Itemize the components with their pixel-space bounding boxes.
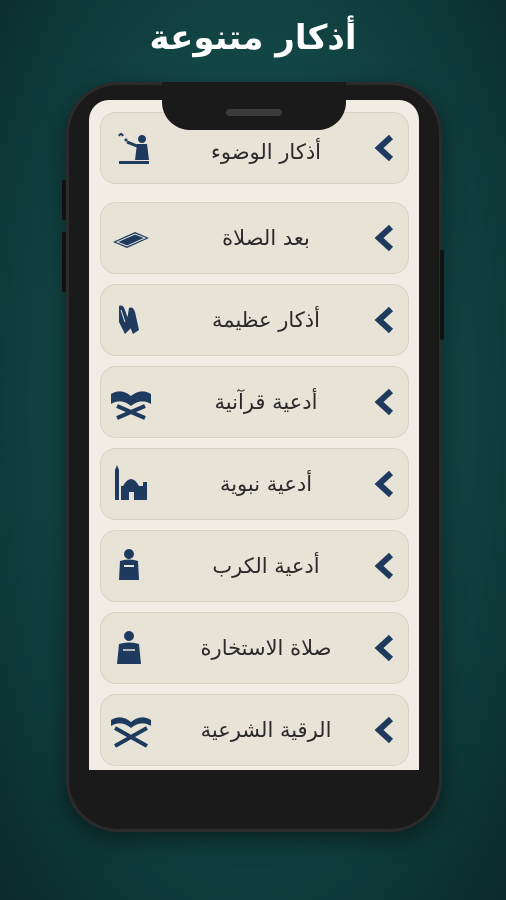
prayer-mat-icon <box>113 232 149 248</box>
mosque-icon <box>115 465 147 500</box>
menu-item-after-prayer[interactable]: بعد الصلاة <box>100 202 409 274</box>
menu-item-label: أدعية نبوية <box>219 472 313 496</box>
quran-stand-icon <box>111 391 151 420</box>
open-quran-icon <box>111 717 151 748</box>
menu-item-label: صلاة الاستخارة <box>200 636 332 660</box>
promo-title: أذكار متنوعة <box>149 18 357 58</box>
menu-item-label: أذكار عظيمة <box>212 308 320 332</box>
menu-item-great-adhkar[interactable]: أذكار عظيمة <box>100 284 409 356</box>
menu-item-quran-duas[interactable]: أدعية قرآنية <box>100 366 409 438</box>
kneeling-person-icon <box>117 631 141 664</box>
menu-item-distress-duas[interactable]: أدعية الكرب <box>100 530 409 602</box>
chevron-left-icon <box>374 388 394 416</box>
menu-item-ruqyah[interactable]: الرقية الشرعية <box>100 694 409 766</box>
menu-item-label: أذكار الوضوء <box>210 140 322 164</box>
volume-up-button <box>62 180 66 220</box>
menu-item-label: أدعية الكرب <box>212 554 320 578</box>
menu-item-label: أدعية قرآنية <box>214 390 318 414</box>
phone-notch <box>162 82 346 130</box>
chevron-left-icon <box>374 306 394 334</box>
volume-down-button <box>62 232 66 292</box>
phone-speaker <box>226 109 282 116</box>
chevron-left-icon <box>374 552 394 580</box>
chevron-left-icon <box>374 470 394 498</box>
menu-item-label: الرقية الشرعية <box>200 718 332 742</box>
chevron-left-icon <box>374 134 394 162</box>
chevron-left-icon <box>374 224 394 252</box>
menu-item-label: بعد الصلاة <box>222 226 310 250</box>
power-button <box>440 250 444 340</box>
chevron-left-icon <box>374 634 394 662</box>
chevron-left-icon <box>374 716 394 744</box>
menu-item-istikhara[interactable]: صلاة الاستخارة <box>100 612 409 684</box>
menu-item-prophetic-duas[interactable]: أدعية نبوية <box>100 448 409 520</box>
praying-person-icon <box>119 549 139 580</box>
praying-hands-icon <box>119 305 139 334</box>
wudu-icon <box>118 133 149 164</box>
